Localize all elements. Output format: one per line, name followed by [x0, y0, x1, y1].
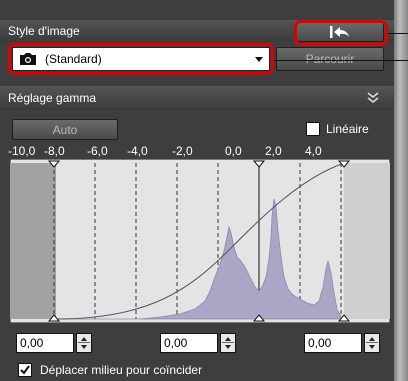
- black-point-input[interactable]: 0,00: [16, 333, 74, 353]
- dropdown-arrow-icon: [255, 57, 263, 62]
- midpoint-spinner[interactable]: [220, 333, 236, 353]
- axis-tick-label: -8,0: [44, 144, 65, 158]
- picture-style-title: Style d'image: [8, 24, 80, 38]
- axis-tick-label: 4,0: [305, 144, 322, 158]
- white-point-spinner[interactable]: [364, 333, 380, 353]
- reset-button[interactable]: [296, 22, 384, 42]
- axis-tick-label: -4,0: [127, 144, 148, 158]
- axis-tick-label: -10,0: [8, 144, 36, 158]
- midpoint-input[interactable]: 0,00: [160, 333, 218, 353]
- gamma-title: Réglage gamma: [8, 91, 97, 105]
- reset-arrow-icon: [330, 26, 349, 38]
- black-point-spinner[interactable]: [76, 333, 92, 353]
- picture-style-value: (Standard): [45, 52, 102, 66]
- collapse-chevrons-icon[interactable]: [366, 91, 380, 105]
- axis-tick-label: 0,0: [225, 144, 242, 158]
- reset-callout-line: [388, 33, 408, 34]
- axis-tick-label: -2,0: [172, 144, 193, 158]
- dropdown-callout-line: [274, 60, 408, 61]
- axis-tick-label: 2,0: [265, 144, 282, 158]
- auto-button[interactable]: Auto: [12, 119, 118, 140]
- picture-style-dropdown[interactable]: (Standard): [12, 47, 270, 71]
- axis-tick-label: -6,0: [87, 144, 108, 158]
- picture-style-panel: Style d'image Parcourir (Standard) Régla…: [0, 0, 395, 381]
- white-point-input[interactable]: 0,00: [304, 333, 362, 353]
- right-scrollbar[interactable]: [394, 0, 408, 381]
- browse-button[interactable]: Parcourir: [276, 47, 384, 71]
- move-midpoint-label: Déplacer milieu pour coïncider: [40, 363, 203, 377]
- linear-label: Linéaire: [326, 122, 369, 136]
- checkbox-check-icon: [20, 365, 30, 375]
- move-midpoint-checkbox[interactable]: [18, 363, 32, 377]
- linear-checkbox[interactable]: [306, 122, 320, 136]
- white-point-shade: [344, 163, 390, 319]
- camera-icon: [20, 53, 36, 65]
- black-point-shade: [10, 163, 56, 319]
- gamma-histogram[interactable]: [10, 159, 390, 323]
